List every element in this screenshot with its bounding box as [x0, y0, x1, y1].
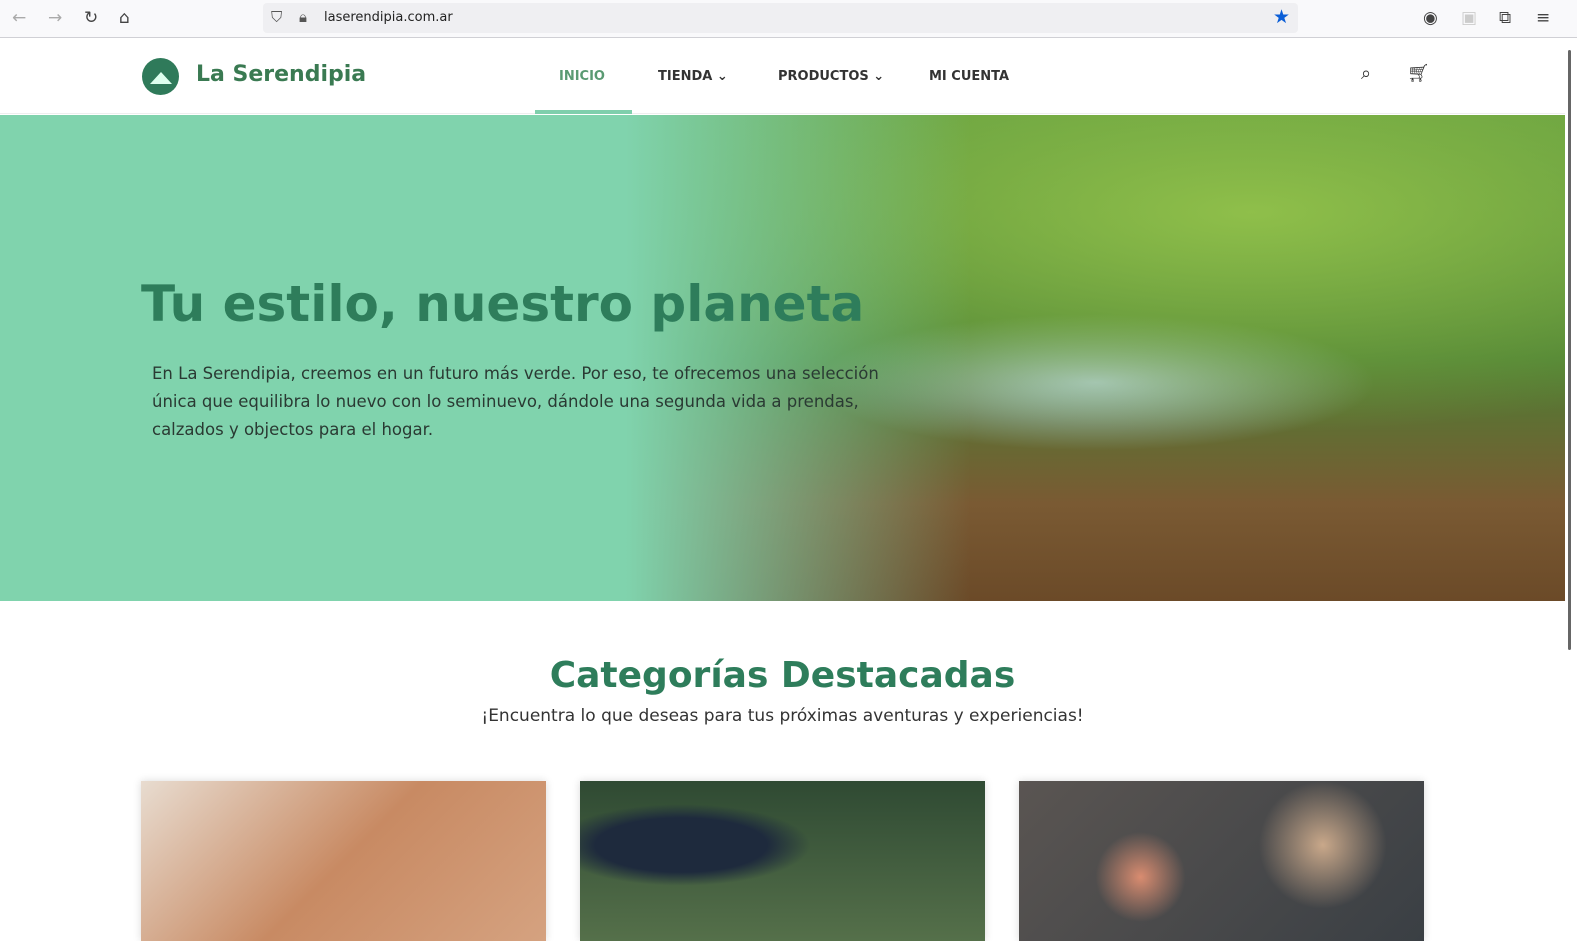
browser-toolbar: ← → ↻ ⌂ ⛉ 🔒︎ laserendipia.com.ar ★ ◉ ▣ ⧉…: [0, 0, 1577, 38]
puzzle-icon[interactable]: ⧉: [1499, 8, 1511, 28]
category-card[interactable]: [1019, 781, 1424, 941]
chevron-down-icon: ⌄: [716, 69, 728, 84]
hero-text: En La Serendipia, creemos en un futuro m…: [152, 364, 879, 439]
lock-icon[interactable]: 🔒︎: [299, 8, 307, 26]
brand-name[interactable]: La Serendipia: [196, 62, 366, 87]
active-nav-indicator: [535, 110, 632, 114]
shield-icon[interactable]: ⛉: [271, 8, 282, 26]
search-icon[interactable]: ⌕: [1361, 63, 1371, 84]
nav-mi-cuenta[interactable]: MI CUENTA: [929, 69, 1009, 84]
categories-subtitle: ¡Encuentra lo que deseas para tus próxim…: [481, 706, 1084, 726]
scrollbar[interactable]: [1565, 38, 1577, 941]
address-bar[interactable]: ⛉ 🔒︎ laserendipia.com.ar ★: [263, 3, 1298, 33]
hero-title: Tu estilo, nuestro planeta: [141, 275, 865, 333]
nav-productos[interactable]: PRODUCTOS ⌄: [778, 69, 884, 84]
bookmark-star-icon[interactable]: ★: [1273, 6, 1290, 28]
logo[interactable]: [142, 58, 179, 95]
site-header: La Serendipia INICIO TIENDA ⌄ PRODUCTOS …: [0, 38, 1577, 114]
account-icon[interactable]: ◉: [1423, 8, 1438, 28]
menu-icon[interactable]: ≡: [1536, 8, 1550, 28]
categories-title: Categorías Destacadas: [549, 655, 1016, 696]
url-text[interactable]: laserendipia.com.ar: [324, 10, 453, 25]
back-icon[interactable]: ←: [12, 8, 26, 28]
extension-icon[interactable]: ▣: [1461, 8, 1477, 28]
chevron-down-icon: ⌄: [873, 69, 885, 84]
hero-banner: Tu estilo, nuestro planeta En La Serendi…: [0, 115, 1565, 601]
home-icon[interactable]: ⌂: [119, 8, 130, 28]
nav-tienda[interactable]: TIENDA ⌄: [658, 69, 728, 84]
hero-image-swing: [1090, 295, 1330, 601]
forward-icon[interactable]: →: [48, 8, 62, 28]
nav-inicio[interactable]: INICIO: [559, 69, 605, 84]
reload-icon[interactable]: ↻: [84, 8, 98, 28]
cart-icon[interactable]: 🛒︎: [1407, 63, 1430, 84]
category-card[interactable]: [580, 781, 985, 941]
category-card[interactable]: [141, 781, 546, 941]
